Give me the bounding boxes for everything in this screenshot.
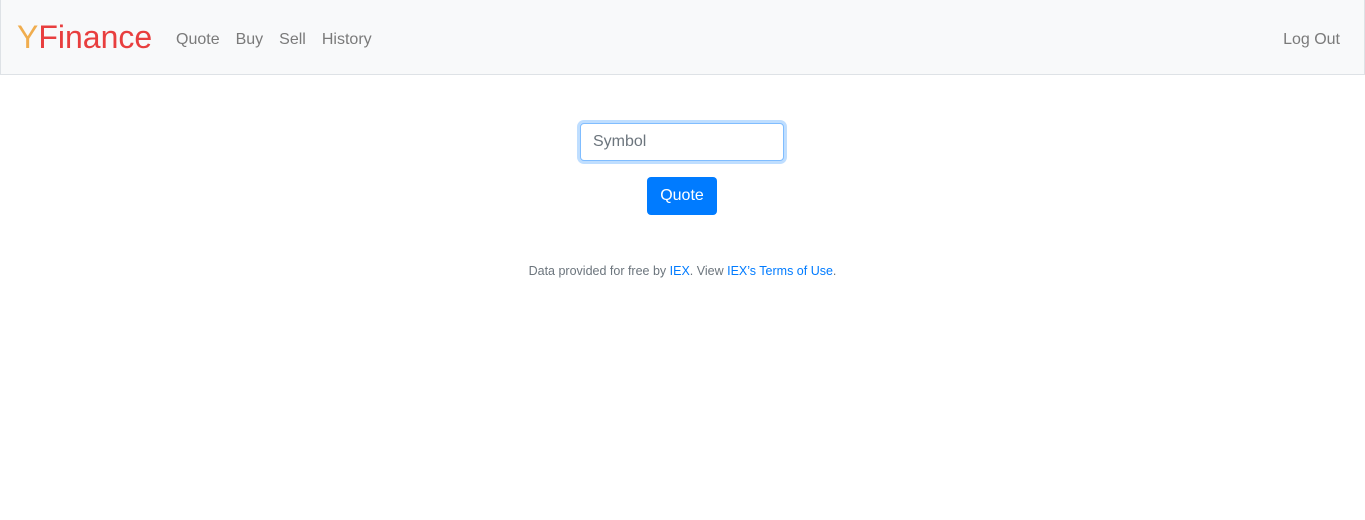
iex-terms-link[interactable]: IEX’s Terms of Use	[727, 264, 833, 278]
nav-links: Quote Buy Sell History	[176, 30, 388, 50]
symbol-input[interactable]	[580, 123, 784, 161]
nav-link-sell[interactable]: Sell	[279, 30, 306, 50]
footer-text-before: Data provided for free by	[528, 264, 670, 278]
brand-letter-y: Y	[17, 19, 39, 55]
footer: Data provided for free by IEX. View IEX’…	[0, 264, 1365, 278]
nav-link-quote[interactable]: Quote	[176, 30, 220, 50]
footer-text-middle: . View	[689, 264, 728, 278]
nav-link-buy[interactable]: Buy	[236, 30, 264, 50]
footer-text-after: .	[832, 264, 837, 278]
nav-link-history[interactable]: History	[322, 30, 372, 50]
logout-link[interactable]: Log Out	[1283, 30, 1340, 50]
navbar: YFinance Quote Buy Sell History Log Out	[0, 0, 1365, 75]
brand-word-finance: Finance	[38, 19, 153, 55]
quote-button[interactable]: Quote	[647, 177, 717, 215]
brand-logo[interactable]: YFinance	[17, 18, 152, 56]
iex-link[interactable]: IEX	[670, 264, 690, 278]
